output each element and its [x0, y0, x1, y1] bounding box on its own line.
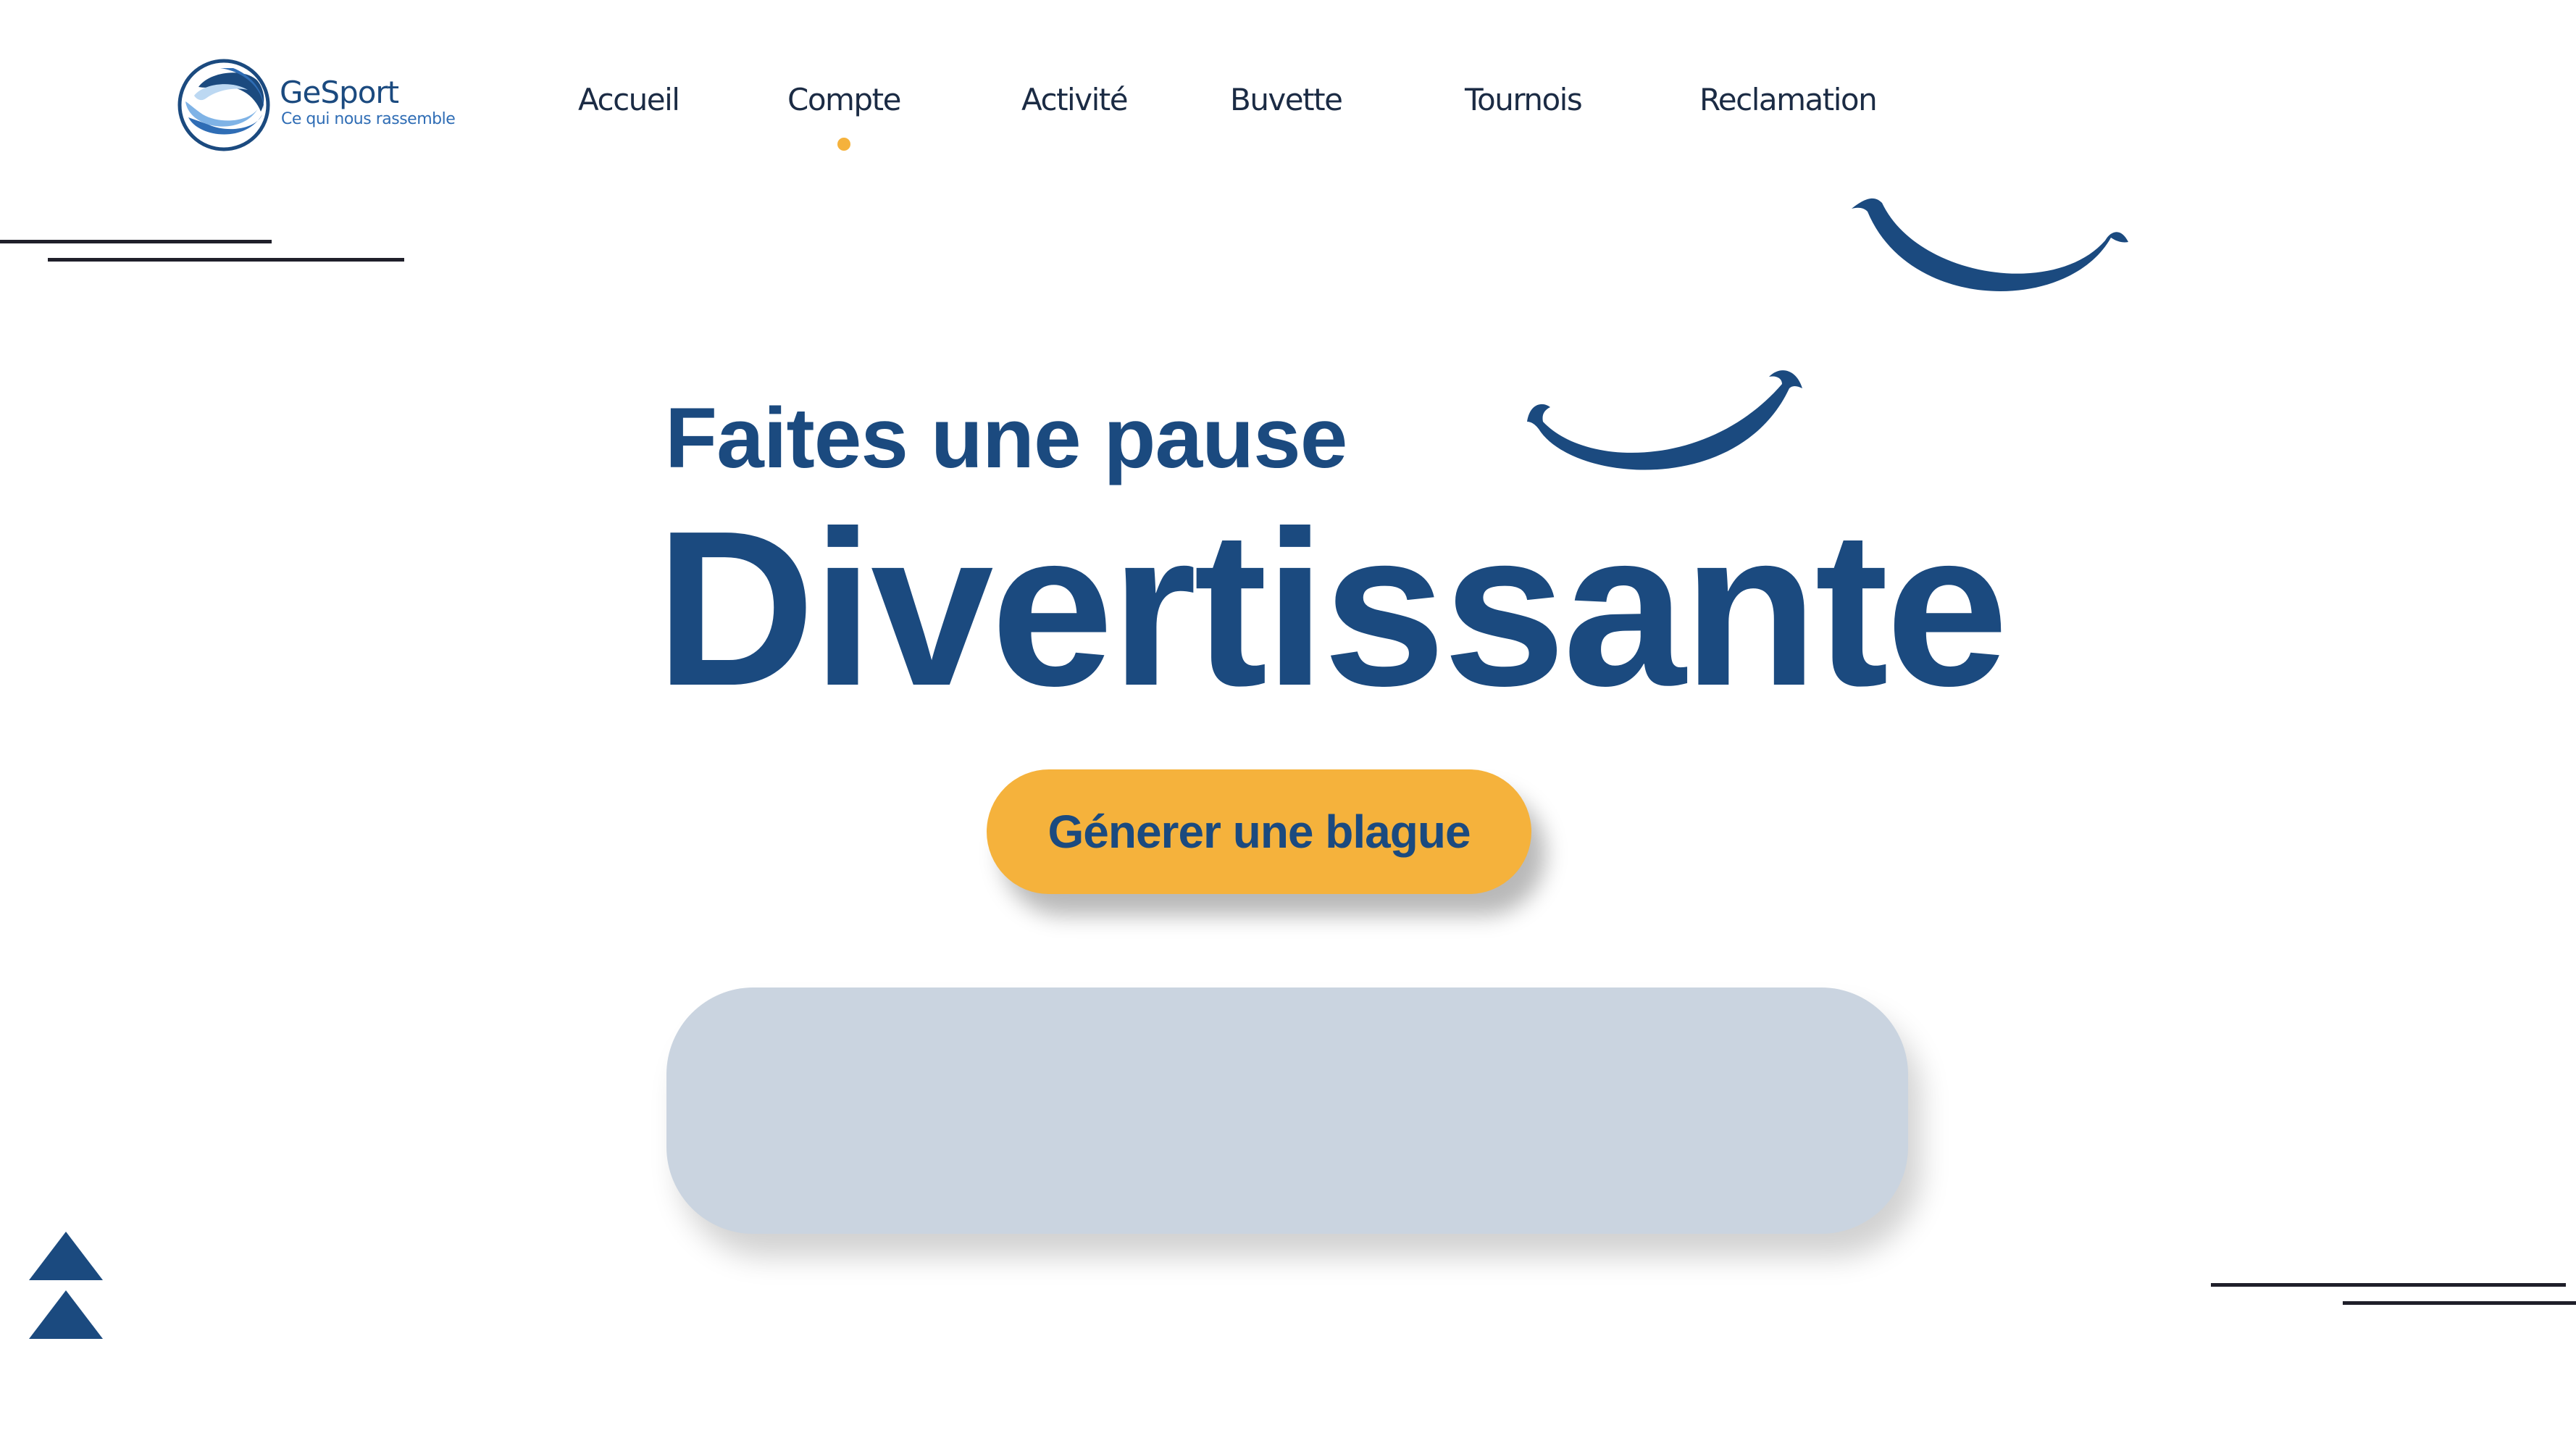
triangle-up-icon: [29, 1232, 103, 1280]
nav-item-reclamation[interactable]: Reclamation: [1699, 78, 1878, 122]
decor-line: [48, 258, 404, 262]
triangle-up-icon: [29, 1290, 103, 1339]
decor-line: [2343, 1301, 2576, 1305]
joke-output-panel: [666, 987, 1908, 1234]
decor-line: [0, 240, 272, 243]
brand-name: GeSport: [280, 75, 399, 110]
generate-joke-button[interactable]: Génerer une blague: [987, 769, 1531, 894]
page: GeSport Ce qui nous rassemble Accueil Co…: [0, 0, 2576, 1449]
hero-subtitle: Faites une pause: [665, 391, 1347, 486]
active-nav-indicator: [837, 138, 850, 151]
brand-tagline: Ce qui nous rassemble: [281, 110, 456, 128]
nav-item-activite[interactable]: Activité: [1021, 78, 1129, 122]
nav-item-compte[interactable]: Compte: [787, 78, 901, 122]
wave-circle-logo-icon: [177, 59, 270, 151]
decor-line: [2211, 1283, 2566, 1287]
hero-title: Divertissante: [656, 485, 2009, 732]
brand-text: GeSport Ce qui nous rassemble: [280, 75, 456, 130]
brand-logo-link[interactable]: GeSport Ce qui nous rassemble: [177, 58, 481, 152]
smile-icon: [1852, 198, 2128, 291]
nav-item-accueil[interactable]: Accueil: [578, 78, 680, 122]
smile-icon: [1527, 370, 1802, 470]
nav-item-tournois[interactable]: Tournois: [1465, 78, 1583, 122]
nav-item-buvette[interactable]: Buvette: [1230, 78, 1343, 122]
